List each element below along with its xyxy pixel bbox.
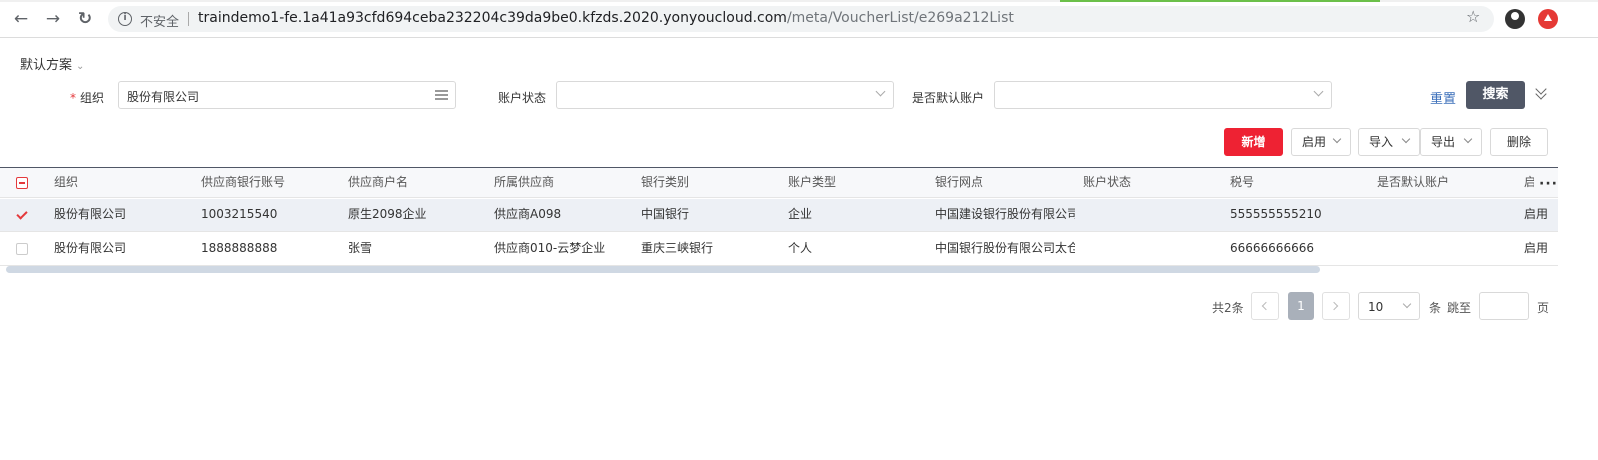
table-cell: 启用 [1524, 241, 1549, 255]
chevron-down-icon [875, 86, 886, 97]
table-cell: 股份有限公司 [54, 241, 127, 255]
table-cell: 个人 [788, 241, 813, 255]
url-text[interactable]: traindemo1-fe.1a41a93cfd694ceba232204c39… [198, 10, 1014, 26]
table-row[interactable]: 股份有限公司 1003215540 原生2098企业 供应商A098 中国银行 … [0, 199, 1558, 232]
url-host: traindemo1-fe.1a41a93cfd694ceba232204c39… [198, 10, 787, 26]
table-cell: 66666666666 [1230, 241, 1314, 255]
search-button[interactable]: 搜索 [1466, 81, 1525, 109]
chevron-down-icon [1332, 134, 1342, 144]
chevron-right-icon [1329, 301, 1339, 311]
export-dropdown-button[interactable]: 导出 [1420, 128, 1482, 156]
table-cell: 供应商A098 [494, 207, 562, 221]
jump-page-input[interactable] [1479, 292, 1529, 320]
import-label: 导入 [1369, 135, 1394, 149]
profile-avatar-icon[interactable] [1505, 9, 1525, 29]
table-cell: 中国银行股份有限公司太仓 [935, 241, 1075, 255]
chevron-down-icon [1313, 86, 1324, 97]
browser-toolbar: ← → ↻ i 不安全 traindemo1-fe.1a41a93cfd694c… [0, 0, 1598, 38]
table-cell: 中国银行 [641, 207, 690, 221]
select-all-checkbox[interactable] [16, 177, 28, 189]
next-page-button[interactable] [1322, 292, 1350, 320]
column-header[interactable]: 账户状态 [1083, 168, 1223, 197]
url-path: /meta/VoucherList/e269a212List [786, 10, 1014, 26]
horizontal-scrollbar[interactable] [6, 266, 1320, 273]
add-button[interactable]: 新增 [1224, 128, 1283, 156]
org-field-label: * 组织 [70, 89, 104, 106]
table-cell: 供应商010-云梦企业 [494, 241, 606, 255]
tab-strip-edge [0, 0, 1598, 2]
table-cell [1083, 233, 1223, 265]
bookmark-star-icon[interactable]: ☆ [1466, 7, 1480, 26]
page-size-value: 10 [1368, 300, 1384, 314]
table-cell: 中国建设银行股份有限公司 [935, 207, 1075, 221]
security-label[interactable]: 不安全 [140, 11, 179, 30]
import-dropdown-button[interactable]: 导入 [1358, 128, 1420, 156]
column-header[interactable]: 银行网点 [935, 168, 1075, 197]
chevron-down-icon [1463, 134, 1473, 144]
forward-arrow-icon[interactable]: → [42, 8, 64, 30]
filter-scheme-select[interactable]: 默认方案 ⌄ [20, 54, 84, 73]
org-reference-input[interactable]: 股份有限公司 [118, 81, 456, 109]
status-field-label: 账户状态 [498, 91, 547, 105]
row-checkbox[interactable] [16, 209, 28, 221]
column-header[interactable]: 供应商银行账号 [201, 168, 341, 197]
reference-list-icon[interactable] [435, 90, 448, 100]
back-arrow-icon[interactable]: ← [10, 8, 32, 30]
org-input-value: 股份有限公司 [127, 90, 200, 104]
column-header[interactable]: 供应商户名 [348, 168, 488, 197]
table-cell [1377, 199, 1517, 231]
table-cell: 启用 [1524, 207, 1549, 221]
org-label-text: 组织 [80, 91, 105, 105]
chevron-down-icon [1401, 134, 1411, 144]
page-size-select[interactable]: 10 [1358, 292, 1420, 320]
delete-button[interactable]: 删除 [1490, 128, 1548, 156]
table-cell: 原生2098企业 [348, 207, 427, 221]
current-page-button[interactable]: 1 [1288, 292, 1314, 320]
table-cell: 重庆三峡银行 [641, 241, 714, 255]
total-count: 共2条 [1212, 301, 1244, 315]
info-icon[interactable]: i [118, 12, 132, 26]
table-row[interactable]: 股份有限公司 1888888888 张雪 供应商010-云梦企业 重庆三峡银行 … [0, 233, 1558, 266]
table-cell: 555555555210 [1230, 207, 1322, 221]
chevron-left-icon [1261, 301, 1271, 311]
address-bar[interactable]: i 不安全 traindemo1-fe.1a41a93cfd694ceba232… [108, 6, 1494, 32]
divider [188, 12, 189, 26]
extension-icon[interactable] [1538, 9, 1558, 29]
table-cell: 企业 [788, 207, 813, 221]
prev-page-button[interactable] [1251, 292, 1279, 320]
column-header[interactable]: 是否默认账户 [1377, 168, 1517, 197]
column-header[interactable]: 账户类型 [788, 168, 928, 197]
column-header[interactable]: 所属供应商 [494, 168, 634, 197]
table-cell [1083, 199, 1223, 231]
table-cell: 1003215540 [201, 207, 278, 221]
chevron-down-icon: ⌄ [76, 61, 85, 72]
table-cell [1377, 233, 1517, 265]
column-header[interactable]: 启 [1524, 168, 1534, 197]
table-cell: 张雪 [348, 241, 373, 255]
more-options-icon[interactable]: ··· [1539, 177, 1558, 191]
required-asterisk: * [70, 91, 76, 105]
default-account-field-label: 是否默认账户 [912, 91, 985, 105]
chevron-down-icon [1402, 299, 1412, 309]
expand-filters-icon[interactable] [1535, 83, 1549, 101]
row-checkbox[interactable] [16, 243, 28, 255]
export-label: 导出 [1431, 135, 1456, 149]
table-header-row: 组织 供应商银行账号 供应商户名 所属供应商 银行类别 账户类型 银行网点 账户… [0, 167, 1558, 198]
account-status-select[interactable] [556, 81, 894, 109]
table-cell: 股份有限公司 [54, 207, 127, 221]
column-header[interactable]: 银行类别 [641, 168, 781, 197]
reload-icon[interactable]: ↻ [74, 8, 96, 30]
column-header[interactable]: 组织 [54, 168, 194, 197]
page-size-unit: 条 [1429, 301, 1442, 315]
filter-scheme-label: 默认方案 [20, 58, 73, 73]
column-header[interactable]: 税号 [1230, 168, 1370, 197]
page-unit-label: 页 [1537, 301, 1550, 315]
jump-label: 跳至 [1447, 301, 1472, 315]
default-account-select[interactable] [994, 81, 1332, 109]
enable-label: 启用 [1302, 135, 1327, 149]
reset-button[interactable]: 重置 [1430, 88, 1456, 107]
enable-dropdown-button[interactable]: 启用 [1291, 128, 1351, 156]
table-cell: 1888888888 [201, 241, 278, 255]
